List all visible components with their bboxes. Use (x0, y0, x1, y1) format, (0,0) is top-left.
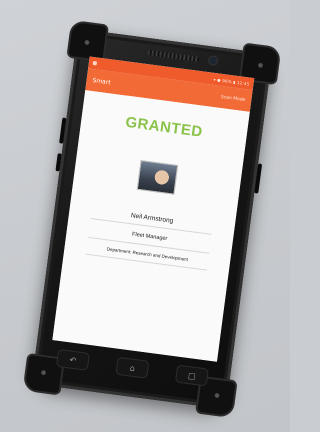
recent-apps-key-icon[interactable]: □ (174, 364, 209, 387)
side-button[interactable] (55, 153, 62, 172)
volume-button[interactable] (59, 117, 67, 144)
app-title: Smart (92, 76, 112, 86)
earpiece-speaker (147, 50, 200, 62)
home-key-icon[interactable]: ⌂ (115, 356, 150, 379)
access-result-panel: GRANTED Neil Armstrong Fleet Manager Dep… (52, 90, 250, 362)
back-key-icon[interactable]: ↶ (55, 348, 90, 371)
power-button[interactable] (254, 163, 263, 194)
scan-mode-button[interactable]: Scan Mode (221, 94, 246, 102)
front-camera (208, 56, 218, 66)
notification-icon (92, 60, 98, 66)
phone-screen: ▾ ● 96% ▮ 12:45 Smart Scan Mode GRANTED … (52, 56, 255, 362)
photo-scene: ▾ ● 96% ▮ 12:45 Smart Scan Mode GRANTED … (0, 0, 290, 432)
rugged-phone: ▾ ● 96% ▮ 12:45 Smart Scan Mode GRANTED … (22, 19, 282, 419)
person-photo (136, 160, 179, 195)
access-status-label: GRANTED (124, 113, 204, 141)
